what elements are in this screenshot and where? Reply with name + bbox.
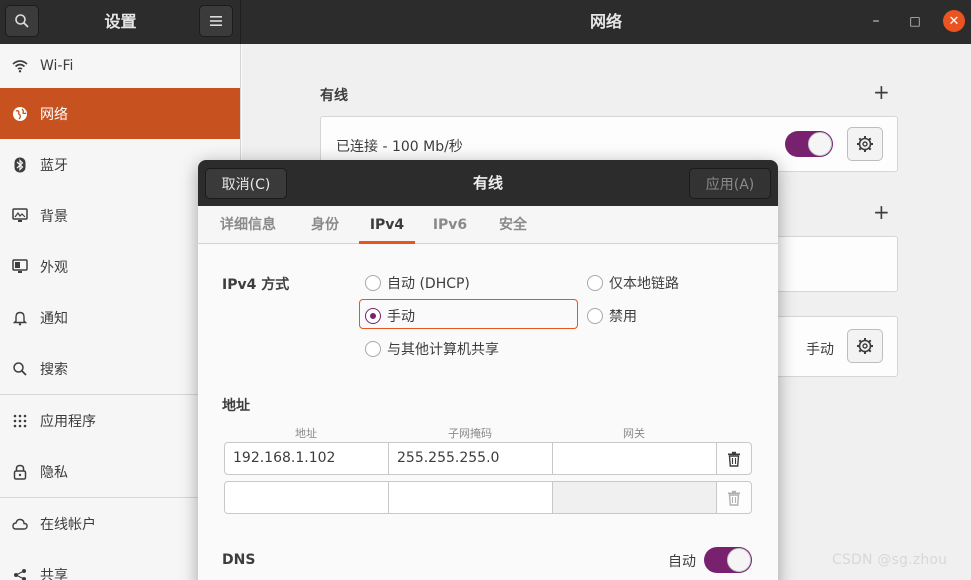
proxy-value: 手动: [806, 342, 834, 358]
delete-address-button[interactable]: [716, 481, 752, 514]
sidebar-item-label: 在线帐户: [40, 516, 96, 533]
tab-identity[interactable]: 身份: [302, 206, 348, 244]
gear-icon: [857, 338, 873, 354]
wired-settings-button[interactable]: [847, 127, 883, 161]
search-icon: [12, 361, 28, 377]
radio-label: 禁用: [609, 309, 637, 325]
watermark: CSDN @sg.zhou: [832, 552, 948, 568]
proxy-settings-button[interactable]: [847, 329, 883, 363]
apps-grid-icon: [12, 413, 28, 429]
radio-shared[interactable]: 与其他计算机共享: [365, 339, 499, 359]
share-icon: [12, 567, 28, 580]
add-wired-button[interactable]: +: [873, 80, 890, 104]
radio-indicator: [365, 341, 381, 357]
radio-manual[interactable]: 手动: [365, 306, 415, 326]
sidebar-header: 设置: [0, 0, 241, 44]
radio-label: 自动 (DHCP): [387, 276, 470, 292]
network-icon: [12, 106, 28, 122]
tab-ipv4[interactable]: IPv4: [359, 206, 415, 244]
wired-toggle[interactable]: [785, 131, 833, 157]
tab-ipv6[interactable]: IPv6: [426, 206, 474, 244]
close-icon: ✕: [948, 13, 960, 29]
sidebar-item-label: 外观: [40, 259, 68, 276]
background-icon: [12, 208, 28, 224]
address-section-title: 地址: [222, 398, 250, 414]
ipv4-method-label: IPv4 方式: [222, 277, 290, 293]
wired-section-title: 有线: [320, 88, 348, 104]
sidebar-item-wifi[interactable]: Wi-Fi: [0, 44, 240, 88]
add-vpn-button[interactable]: +: [873, 200, 890, 224]
radio-link-local[interactable]: 仅本地链路: [587, 273, 679, 293]
sidebar-item-label: 搜索: [40, 361, 68, 378]
sidebar-item-label: 网络: [40, 106, 68, 123]
apply-button[interactable]: 应用(A): [689, 168, 771, 199]
sidebar-item-network[interactable]: 网络: [0, 88, 240, 139]
page-title: 网络: [589, 12, 622, 31]
appearance-icon: [12, 259, 28, 275]
bluetooth-icon: [12, 157, 28, 173]
wifi-icon: [12, 58, 28, 74]
hamburger-menu-icon: [210, 16, 222, 26]
cloud-icon: [12, 516, 28, 532]
minimize-button[interactable]: –: [865, 10, 887, 32]
radio-auto-dhcp[interactable]: 自动 (DHCP): [365, 273, 470, 293]
menu-button[interactable]: [199, 5, 233, 37]
column-header-gateway: 网关: [623, 427, 645, 440]
bell-icon: [12, 310, 28, 326]
wired-settings-dialog: 取消(C) 有线 应用(A) 详细信息 身份 IPv4 IPv6 安全 IPv4…: [198, 160, 778, 580]
gear-icon: [857, 136, 873, 152]
netmask-input[interactable]: [388, 481, 553, 514]
gateway-input[interactable]: [552, 481, 717, 514]
radio-label: 手动: [387, 309, 415, 325]
sidebar-item-label: Wi-Fi: [40, 58, 74, 74]
radio-indicator: [365, 275, 381, 291]
address-input[interactable]: [224, 481, 389, 514]
column-header-address: 地址: [295, 427, 317, 440]
maximize-button[interactable]: □: [904, 10, 926, 32]
dialog-tabs: 详细信息 身份 IPv4 IPv6 安全: [198, 206, 778, 244]
sidebar-item-label: 背景: [40, 208, 68, 225]
radio-indicator: [365, 308, 381, 324]
close-button[interactable]: ✕: [943, 10, 965, 32]
lock-icon: [12, 464, 28, 480]
minimize-icon: –: [872, 13, 880, 29]
address-input[interactable]: 192.168.1.102: [224, 442, 389, 475]
main-header: 网络 – □ ✕: [241, 0, 971, 44]
sidebar-item-label: 共享: [40, 567, 68, 580]
dns-auto-toggle[interactable]: [704, 547, 752, 573]
delete-address-button[interactable]: [716, 442, 752, 475]
sidebar-item-label: 蓝牙: [40, 157, 68, 174]
tab-security[interactable]: 安全: [490, 206, 536, 244]
tab-details[interactable]: 详细信息: [212, 206, 284, 244]
netmask-input[interactable]: 255.255.255.0: [388, 442, 553, 475]
dns-auto-label: 自动: [668, 554, 696, 570]
radio-indicator: [587, 308, 603, 324]
sidebar-item-label: 隐私: [40, 464, 68, 481]
dns-label: DNS: [222, 552, 256, 568]
radio-label: 与其他计算机共享: [387, 342, 499, 358]
dialog-header: 取消(C) 有线 应用(A): [198, 160, 778, 206]
radio-disable[interactable]: 禁用: [587, 306, 637, 326]
sidebar-item-label: 通知: [40, 310, 68, 327]
gateway-input[interactable]: [552, 442, 717, 475]
radio-indicator: [587, 275, 603, 291]
trash-icon: [728, 490, 740, 506]
address-row: [224, 481, 752, 514]
trash-icon: [728, 451, 740, 467]
column-header-netmask: 子网掩码: [448, 427, 492, 440]
wired-status: 已连接 - 100 Mb/秒: [336, 139, 463, 155]
radio-label: 仅本地链路: [609, 276, 679, 292]
sidebar-item-label: 应用程序: [40, 413, 96, 430]
address-row: 192.168.1.102 255.255.255.0: [224, 442, 752, 475]
maximize-icon: □: [909, 14, 921, 28]
